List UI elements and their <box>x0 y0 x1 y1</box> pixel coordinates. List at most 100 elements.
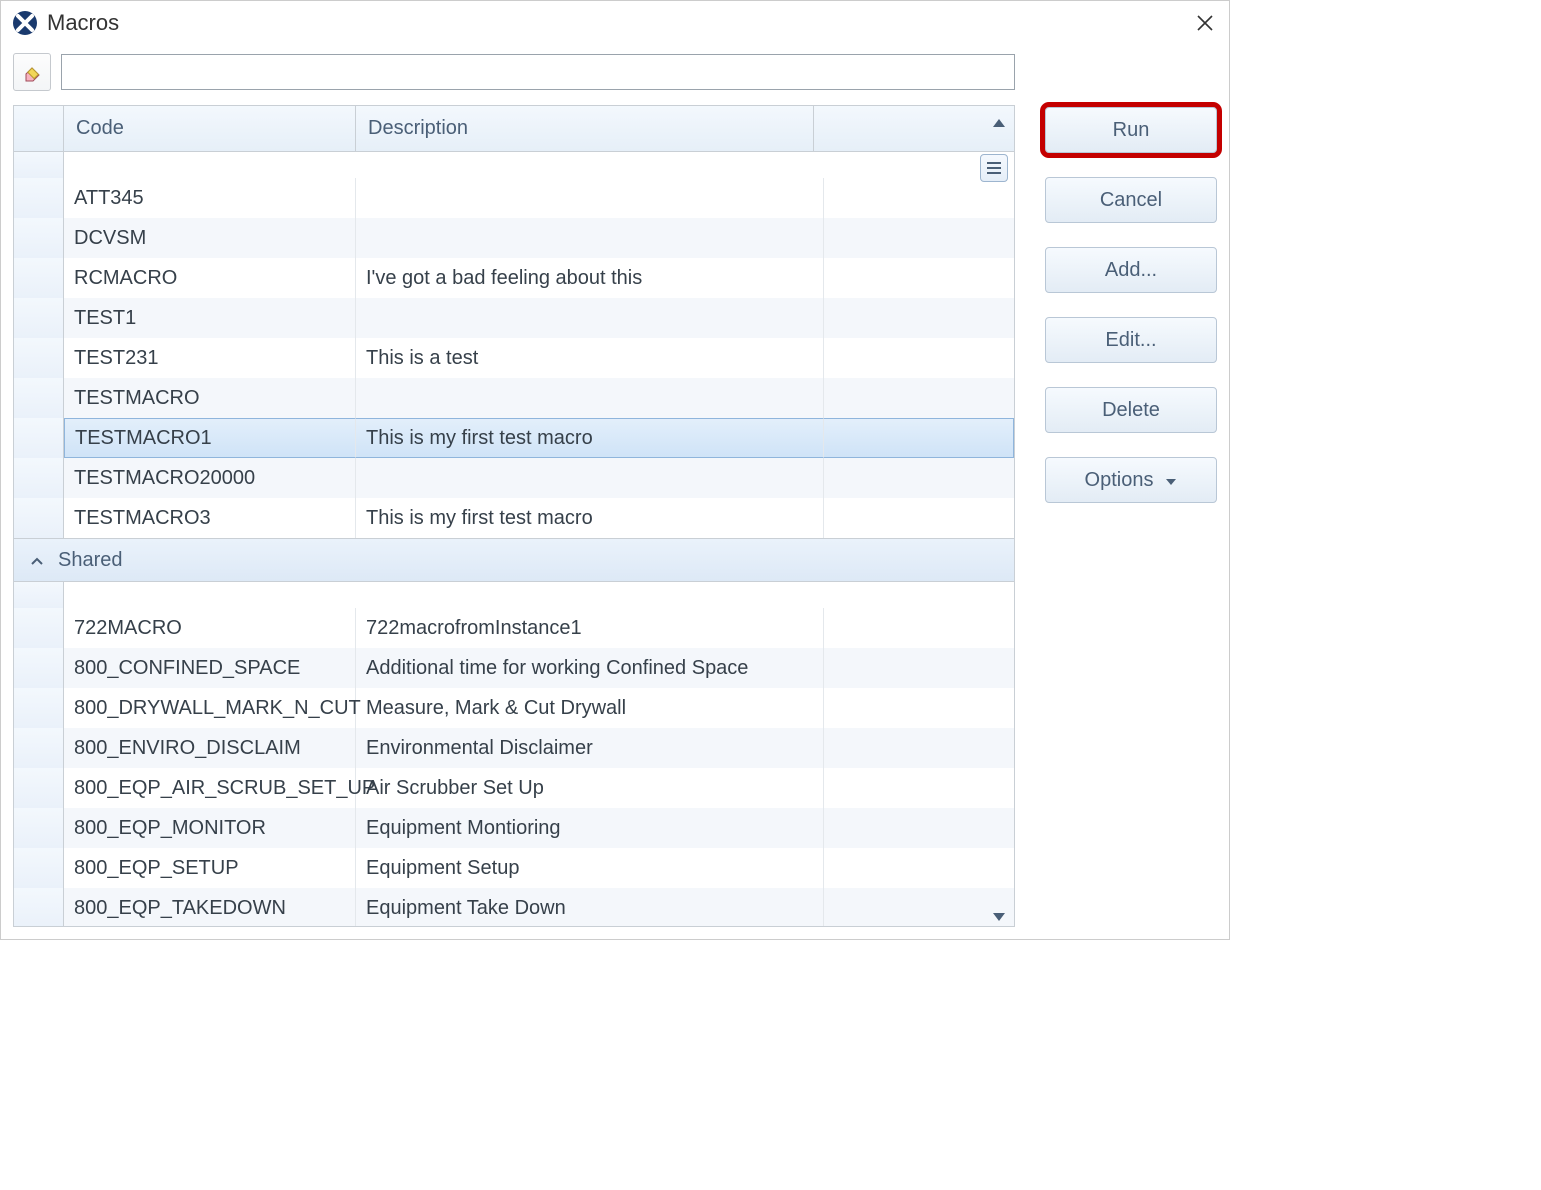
cell-description: Equipment Take Down <box>356 888 824 926</box>
window-title: Macros <box>47 10 119 36</box>
header-gutter <box>14 106 64 151</box>
row-gutter <box>14 768 64 808</box>
table-row[interactable]: TEST231This is a test <box>14 338 1014 378</box>
delete-button[interactable]: Delete <box>1045 387 1217 433</box>
group-label: Shared <box>58 549 123 572</box>
run-button-label: Run <box>1113 119 1150 142</box>
cell-description: I've got a bad feeling about this <box>356 258 824 298</box>
table-row[interactable]: TEST1 <box>14 298 1014 338</box>
cell-code: 722MACRO <box>64 608 356 648</box>
side-buttons: Run Cancel Add... Edit... Delete Options <box>1045 53 1217 927</box>
cell-description: 722macrofromInstance1 <box>356 608 824 648</box>
row-gutter <box>14 808 64 848</box>
table-row-selected[interactable]: TESTMACRO1This is my first test macro <box>14 418 1014 458</box>
cell-extra <box>824 458 1014 498</box>
table-row[interactable]: RCMACROI've got a bad feeling about this <box>14 258 1014 298</box>
cell-extra <box>824 498 1014 538</box>
scroll-up-icon[interactable] <box>991 112 1009 126</box>
table-row[interactable]: 800_EQP_SETUPEquipment Setup <box>14 848 1014 888</box>
search-input[interactable] <box>61 54 1015 90</box>
row-gutter <box>14 498 64 538</box>
app-icon <box>11 9 39 37</box>
cell-code: TEST231 <box>64 338 356 378</box>
header-description[interactable]: Description <box>356 106 814 151</box>
row-gutter <box>14 848 64 888</box>
cell-description: This is my first test macro <box>356 498 824 538</box>
add-button-label: Add... <box>1105 259 1157 282</box>
cell-code: DCVSM <box>64 218 356 258</box>
table-row[interactable]: TESTMACRO3This is my first test macro <box>14 498 1014 538</box>
run-button[interactable]: Run <box>1045 107 1217 153</box>
cell-description <box>356 458 824 498</box>
cell-code: TESTMACRO1 <box>64 418 356 458</box>
cell-extra <box>824 608 1014 648</box>
cell-code: 800_CONFINED_SPACE <box>64 648 356 688</box>
grid-body[interactable]: ATT345DCVSMRCMACROI've got a bad feeling… <box>14 152 1014 926</box>
scroll-down-icon[interactable] <box>991 906 1009 920</box>
cell-description: Additional time for working Confined Spa… <box>356 648 824 688</box>
group-header-shared[interactable]: Shared <box>14 538 1014 582</box>
cell-description: Environmental Disclaimer <box>356 728 824 768</box>
cell-extra <box>824 648 1014 688</box>
row-gutter <box>14 458 64 498</box>
cell-code: 800_DRYWALL_MARK_N_CUT <box>64 688 356 728</box>
table-row[interactable]: 722MACRO722macrofromInstance1 <box>14 608 1014 648</box>
options-button[interactable]: Options <box>1045 457 1217 503</box>
cell-description: Measure, Mark & Cut Drywall <box>356 688 824 728</box>
cell-extra <box>824 338 1014 378</box>
header-code[interactable]: Code <box>64 106 356 151</box>
cell-code: 800_EQP_AIR_SCRUB_SET_UP <box>64 768 356 808</box>
cell-extra <box>824 848 1014 888</box>
row-gutter <box>14 378 64 418</box>
delete-button-label: Delete <box>1102 399 1160 422</box>
table-row[interactable]: TESTMACRO <box>14 378 1014 418</box>
cell-code: 800_EQP_TAKEDOWN <box>64 888 356 926</box>
row-gutter <box>14 688 64 728</box>
cell-extra <box>824 418 1014 458</box>
edit-button[interactable]: Edit... <box>1045 317 1217 363</box>
column-chooser-button[interactable] <box>980 154 1008 182</box>
table-row[interactable]: 800_EQP_MONITOREquipment Montioring <box>14 808 1014 848</box>
table-row[interactable]: 800_CONFINED_SPACEAdditional time for wo… <box>14 648 1014 688</box>
add-button[interactable]: Add... <box>1045 247 1217 293</box>
table-row[interactable]: 800_EQP_AIR_SCRUB_SET_UPAir Scrubber Set… <box>14 768 1014 808</box>
cell-code: 800_EQP_SETUP <box>64 848 356 888</box>
close-button[interactable] <box>1191 9 1219 37</box>
clear-search-button[interactable] <box>13 53 51 91</box>
row-gutter <box>14 338 64 378</box>
cell-extra <box>824 218 1014 258</box>
cell-extra <box>824 378 1014 418</box>
cell-code: RCMACRO <box>64 258 356 298</box>
edit-button-label: Edit... <box>1105 329 1156 352</box>
cell-description: Equipment Setup <box>356 848 824 888</box>
row-gutter <box>14 298 64 338</box>
row-gutter <box>14 608 64 648</box>
macros-grid: Code Description ATT345DCVSMRCMACROI've … <box>13 105 1015 927</box>
table-row[interactable]: ATT345 <box>14 178 1014 218</box>
cell-description: Equipment Montioring <box>356 808 824 848</box>
table-row[interactable]: DCVSM <box>14 218 1014 258</box>
table-row[interactable]: 800_ENVIRO_DISCLAIMEnvironmental Disclai… <box>14 728 1014 768</box>
table-row[interactable]: 800_EQP_TAKEDOWNEquipment Take Down <box>14 888 1014 926</box>
header-extra[interactable] <box>814 106 1014 151</box>
cell-code: ATT345 <box>64 178 356 218</box>
table-row[interactable]: TESTMACRO20000 <box>14 458 1014 498</box>
cancel-button-label: Cancel <box>1100 189 1162 212</box>
cell-code: TESTMACRO <box>64 378 356 418</box>
table-row[interactable]: 800_DRYWALL_MARK_N_CUTMeasure, Mark & Cu… <box>14 688 1014 728</box>
cell-code: 800_EQP_MONITOR <box>64 808 356 848</box>
cell-description: This is my first test macro <box>356 418 824 458</box>
row-gutter <box>14 888 64 926</box>
cell-extra <box>824 888 1014 926</box>
macros-dialog: Macros Code Description <box>0 0 1230 940</box>
row-gutter <box>14 218 64 258</box>
cell-code: TESTMACRO3 <box>64 498 356 538</box>
cell-extra <box>824 808 1014 848</box>
cancel-button[interactable]: Cancel <box>1045 177 1217 223</box>
cell-description <box>356 178 824 218</box>
cell-code: TESTMACRO20000 <box>64 458 356 498</box>
cell-code: TEST1 <box>64 298 356 338</box>
cell-description <box>356 378 824 418</box>
cell-extra <box>824 728 1014 768</box>
cell-description: Air Scrubber Set Up <box>356 768 824 808</box>
